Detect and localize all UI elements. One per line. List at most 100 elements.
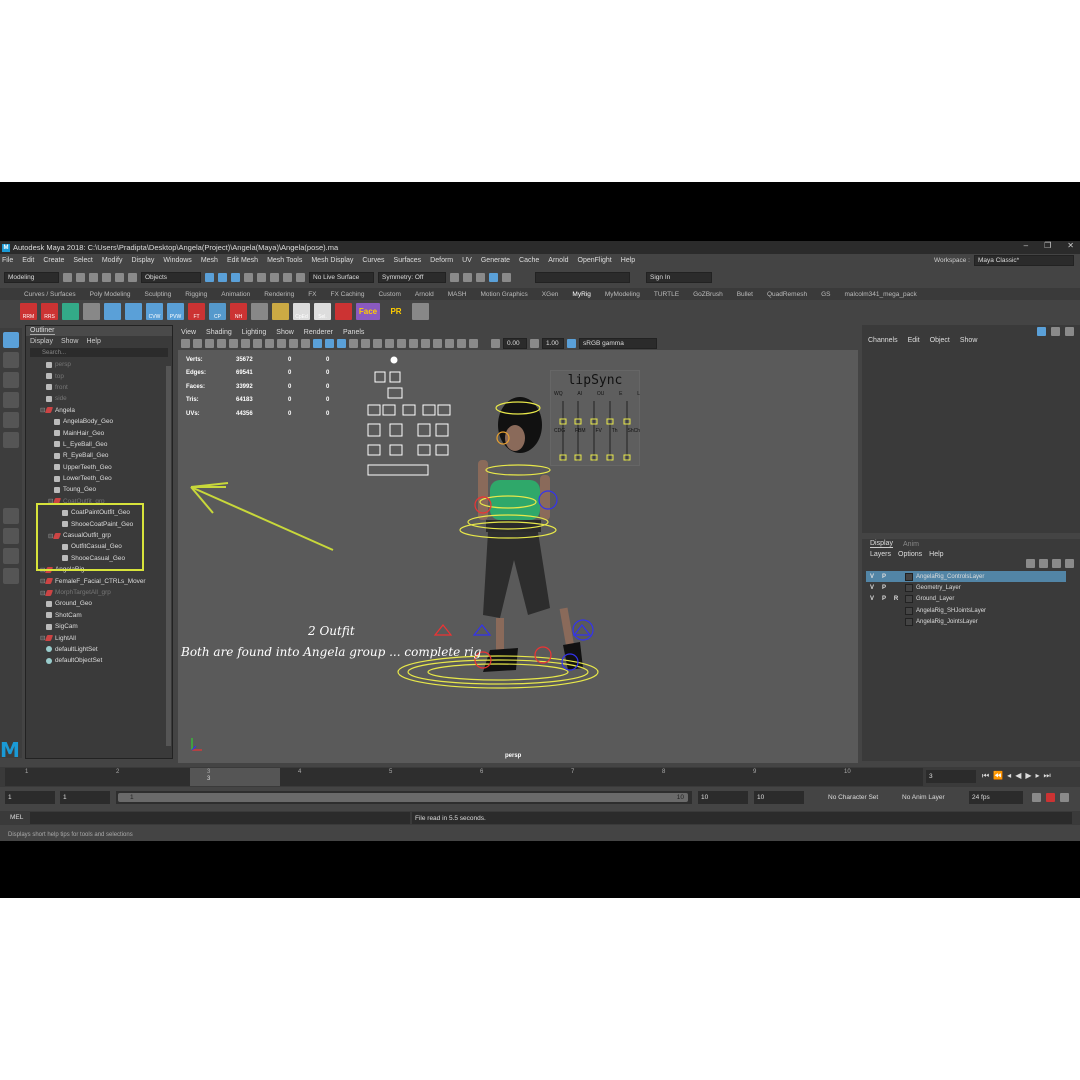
scale-tool-icon[interactable] (3, 432, 19, 448)
magnet-icon[interactable] (296, 272, 305, 282)
anti-alias-icon[interactable] (409, 339, 418, 348)
go-to-start-icon[interactable]: ⏮ (982, 771, 989, 781)
outliner-menu-help[interactable]: Help (86, 338, 100, 345)
save-scene-icon[interactable] (102, 272, 111, 282)
ambient-occlusion-icon[interactable] (385, 339, 394, 348)
viewport-menu-shading[interactable]: Shading (206, 329, 232, 336)
outliner-menu-show[interactable]: Show (61, 338, 79, 345)
exposure-field[interactable]: 0.00 (503, 338, 527, 349)
shelf-button-tool-12[interactable] (272, 302, 289, 320)
bookmark-icon[interactable] (205, 339, 214, 348)
paint-tool-icon[interactable] (3, 372, 19, 388)
layer-color-swatch[interactable] (905, 595, 913, 604)
time-slider-track[interactable]: 3 1 2 3 4 5 6 7 8 9 10 (5, 768, 923, 786)
layer-row-angelarig-shjointslayer[interactable]: AngelaRig_SHJointsLayer (866, 605, 1080, 616)
layer-menu-help[interactable]: Help (929, 551, 943, 558)
menu-modify[interactable]: Modify (102, 257, 123, 264)
layer-color-swatch[interactable] (905, 584, 913, 593)
exposure-icon[interactable] (491, 339, 500, 348)
viewport-menu-renderer[interactable]: Renderer (304, 329, 333, 336)
shelf-tab-quadremesh[interactable]: QuadRemesh (767, 291, 807, 298)
playback-end-field[interactable]: 10 (698, 791, 748, 804)
layer-visibility-toggle[interactable]: V (866, 574, 878, 580)
outliner-item-lightall[interactable]: ⊟ LightAll (26, 632, 172, 643)
menu-openflight[interactable]: OpenFlight (578, 257, 612, 264)
layer-color-swatch[interactable] (905, 618, 913, 627)
shelf-button-rrm[interactable]: RRM (20, 302, 37, 320)
symmetry-dropdown[interactable]: Symmetry: Off (378, 271, 446, 283)
outliner-item-shotcam[interactable]: ShotCam (26, 610, 172, 621)
menu-help[interactable]: Help (621, 257, 635, 264)
fps-dropdown[interactable]: 24 fps (969, 791, 1023, 804)
move-layer-up-icon[interactable] (1026, 559, 1035, 568)
select-by-component-icon[interactable] (231, 272, 240, 282)
menu-deform[interactable]: Deform (430, 257, 453, 264)
shelf-button-ft[interactable]: FT (188, 302, 205, 320)
hypershade-icon[interactable] (489, 272, 498, 282)
menu-set-dropdown[interactable]: Modeling (4, 271, 59, 283)
outliner-item-top[interactable]: top (26, 370, 172, 381)
sign-in-button[interactable]: Sign In (646, 271, 712, 283)
outliner-scrollbar[interactable] (166, 366, 171, 746)
xray-icon[interactable] (445, 339, 454, 348)
outliner-item-front[interactable]: front (26, 382, 172, 393)
outliner-item-morphtargetall-grp[interactable]: ⊟ MorphTargetAll_grp (26, 587, 172, 598)
snap-surface-icon[interactable] (283, 272, 292, 282)
loop-icon[interactable] (1032, 793, 1041, 802)
motion-blur-icon[interactable] (397, 339, 406, 348)
ipr-render-icon[interactable] (463, 272, 472, 282)
shelf-button-cvw[interactable]: CVW (146, 302, 163, 320)
shelf-tab-xgen[interactable]: XGen (542, 291, 559, 298)
wireframe-icon[interactable] (313, 339, 322, 348)
shelf-button-tool-15[interactable] (335, 302, 352, 320)
anim-layer-dropdown[interactable]: No Anim Layer (899, 791, 963, 804)
outliner-item-r-eyeball-geo[interactable]: R_EyeBall_Geo (26, 450, 172, 461)
shelf-button-tool-3[interactable] (83, 302, 100, 320)
menu-surfaces[interactable]: Surfaces (394, 257, 422, 264)
shelf-button-sel[interactable]: Sel. (314, 302, 331, 320)
wireframe-on-shaded-icon[interactable] (337, 339, 346, 348)
camera-icon[interactable] (181, 339, 190, 348)
lasso-tool-icon[interactable] (3, 352, 19, 368)
character-set-dropdown[interactable]: No Character Set (825, 791, 893, 804)
shelf-button-tool-11[interactable] (251, 302, 268, 320)
shelf-button-face[interactable]: Face (356, 302, 380, 320)
shadows-icon[interactable] (373, 339, 382, 348)
menu-cache[interactable]: Cache (519, 257, 539, 264)
layer-playback-toggle[interactable]: P (878, 574, 890, 580)
resolution-gate-icon[interactable] (253, 339, 262, 348)
layer-playback-toggle[interactable]: P (878, 596, 890, 602)
shelf-tab-animation[interactable]: Animation (221, 291, 250, 298)
menu-create[interactable]: Create (43, 257, 64, 264)
command-input[interactable] (30, 812, 410, 824)
outliner-item-persp[interactable]: persp (26, 359, 172, 370)
layer-row-geometry-layer[interactable]: V P Geometry_Layer (866, 582, 1080, 593)
viewport-menu-lighting[interactable]: Lighting (242, 329, 267, 336)
layer-color-swatch[interactable] (905, 572, 913, 581)
move-tool-icon[interactable] (3, 392, 19, 408)
image-plane-icon[interactable] (217, 339, 226, 348)
go-to-end-icon[interactable]: ⏭ (1044, 771, 1051, 781)
outliner-layout-icon[interactable] (3, 568, 19, 584)
layer-tab-anim[interactable]: Anim (903, 541, 919, 548)
textured-icon[interactable] (349, 339, 358, 348)
viewport-menu-show[interactable]: Show (276, 329, 294, 336)
outliner-item-upperteeth-geo[interactable]: UpperTeeth_Geo (26, 462, 172, 473)
snap-grid-icon[interactable] (244, 272, 253, 282)
minimize-icon[interactable]: – (1024, 241, 1028, 250)
xray-joints-icon[interactable] (457, 339, 466, 348)
outliner-item-angela[interactable]: ⊟ Angela (26, 405, 172, 416)
play-backward-icon[interactable]: ◀ (1015, 771, 1021, 781)
gate-mask-icon[interactable] (265, 339, 274, 348)
new-scene-icon[interactable] (76, 272, 85, 282)
outliner-item-ground-geo[interactable]: Ground_Geo (26, 598, 172, 609)
select-by-object-icon[interactable] (218, 272, 227, 282)
gamma-field[interactable]: 1.00 (542, 338, 564, 349)
layer-playback-toggle[interactable]: P (878, 585, 890, 591)
pause-icon[interactable] (502, 272, 511, 282)
select-by-hierarchy-icon[interactable] (205, 272, 214, 282)
shelf-button-tool-2[interactable] (62, 302, 79, 320)
live-surface-dropdown[interactable]: No Live Surface (309, 271, 374, 283)
viewport-menu-panels[interactable]: Panels (343, 329, 364, 336)
layer-row-angelarig-jointslayer[interactable]: AngelaRig_JointsLayer (866, 617, 1080, 628)
